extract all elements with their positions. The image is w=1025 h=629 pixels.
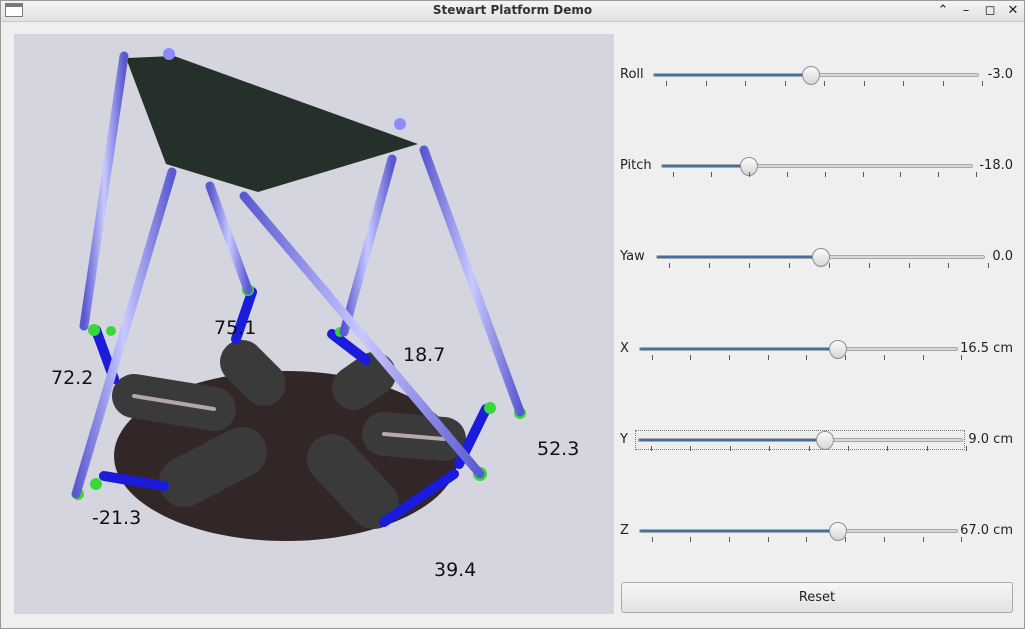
slider-tick <box>666 81 668 86</box>
slider-tick <box>784 81 786 86</box>
slider-tick <box>845 537 847 542</box>
slider-tick <box>966 446 968 451</box>
slider-tick <box>690 537 692 542</box>
slider-tick <box>948 263 950 268</box>
joint-ball <box>394 118 406 130</box>
slider-tick <box>748 263 750 268</box>
slider-tick <box>673 172 675 177</box>
main-window: Stewart Platform Demo ⌃ – ◻ ✕ 75.1 18.7 … <box>0 0 1025 629</box>
slider-label: X <box>620 341 629 356</box>
slider-tick <box>848 446 850 451</box>
slider-tick <box>711 172 713 177</box>
y-slider[interactable] <box>638 431 963 450</box>
slider-tick <box>982 81 984 86</box>
slider-tick <box>828 263 830 268</box>
slider-tick <box>690 446 692 451</box>
slider-tick <box>863 81 865 86</box>
slider-tick <box>926 446 928 451</box>
slider-row-z: Z 67.0 cm <box>620 517 1013 547</box>
pitch-slider[interactable] <box>661 157 973 176</box>
slider-tick <box>900 172 902 177</box>
slider-value: 9.0 cm <box>968 432 1013 447</box>
slider-row-pitch: Pitch -18.0 <box>620 152 1013 182</box>
leg-length-label: 18.7 <box>403 344 446 366</box>
slider-tick <box>922 355 924 360</box>
slider-label: Y <box>620 432 628 447</box>
z-slider[interactable] <box>639 522 958 541</box>
slider-tick <box>788 263 790 268</box>
slider-tick <box>883 537 885 542</box>
slider-label: Z <box>620 523 629 538</box>
slider-label: Roll <box>620 67 644 82</box>
reset-button[interactable]: Reset <box>621 582 1013 613</box>
slider-tick <box>806 355 808 360</box>
slider-tick <box>922 537 924 542</box>
leg-length-label: 39.4 <box>434 559 477 581</box>
slider-value: 16.5 cm <box>960 341 1013 356</box>
slider-tick <box>868 263 870 268</box>
slider-tick <box>705 81 707 86</box>
leg-length-label: 72.2 <box>51 367 94 389</box>
slider-value: -18.0 <box>979 158 1013 173</box>
leg-length-label: 52.3 <box>537 438 580 460</box>
slider-tick <box>903 81 905 86</box>
slider-tick <box>709 263 711 268</box>
title-bar: Stewart Platform Demo ⌃ – ◻ ✕ <box>1 1 1024 22</box>
slider-value: 67.0 cm <box>960 523 1013 538</box>
slider-tick <box>651 446 652 451</box>
slider-tick <box>729 355 731 360</box>
slider-tick <box>786 172 788 177</box>
slider-row-roll: Roll -3.0 <box>620 61 1013 91</box>
slider-value: -3.0 <box>987 67 1013 82</box>
slider-tick <box>887 446 889 451</box>
roll-slider[interactable] <box>653 66 979 85</box>
slider-tick <box>976 172 978 177</box>
slider-tick <box>988 263 990 268</box>
slider-tick <box>908 263 910 268</box>
minimize-icon[interactable]: – <box>958 3 974 19</box>
slider-tick <box>938 172 940 177</box>
close-icon[interactable]: ✕ <box>1005 3 1021 19</box>
control-panel: Roll -3.0 Pitch -18.0 Yaw 0.0 X 16.5 cm … <box>616 34 1021 614</box>
slider-tick <box>824 172 826 177</box>
slider-tick <box>806 537 808 542</box>
leg-length-label: -21.3 <box>92 507 142 529</box>
slider-row-y: Y 9.0 cm <box>620 426 1013 456</box>
slider-label: Pitch <box>620 158 652 173</box>
slider-tick <box>745 81 747 86</box>
slider-tick <box>845 355 847 360</box>
slider-tick <box>651 537 653 542</box>
x-slider[interactable] <box>639 340 958 359</box>
joint-ball <box>163 48 175 60</box>
slider-row-x: X 16.5 cm <box>620 335 1013 365</box>
slider-tick <box>862 172 864 177</box>
yaw-slider[interactable] <box>656 248 985 267</box>
slider-tick <box>729 537 731 542</box>
slider-tick <box>729 446 731 451</box>
slider-tick <box>690 355 692 360</box>
leg-length-label: 75.1 <box>214 317 257 339</box>
slider-tick <box>749 172 751 177</box>
slider-row-yaw: Yaw 0.0 <box>620 243 1013 273</box>
slider-label: Yaw <box>620 249 645 264</box>
slider-tick <box>669 263 671 268</box>
slider-tick <box>651 355 653 360</box>
slider-tick <box>769 446 771 451</box>
slider-tick <box>883 355 885 360</box>
3d-viewport[interactable]: 75.1 18.7 72.2 52.3 -21.3 39.4 <box>14 34 614 614</box>
chevron-up-icon[interactable]: ⌃ <box>935 3 951 19</box>
slider-tick <box>824 81 826 86</box>
slider-tick <box>767 537 769 542</box>
slider-tick <box>767 355 769 360</box>
slider-value: 0.0 <box>992 249 1013 264</box>
slider-tick <box>942 81 944 86</box>
maximize-icon[interactable]: ◻ <box>982 3 998 19</box>
window-title: Stewart Platform Demo <box>432 3 593 17</box>
slider-tick <box>808 446 810 451</box>
